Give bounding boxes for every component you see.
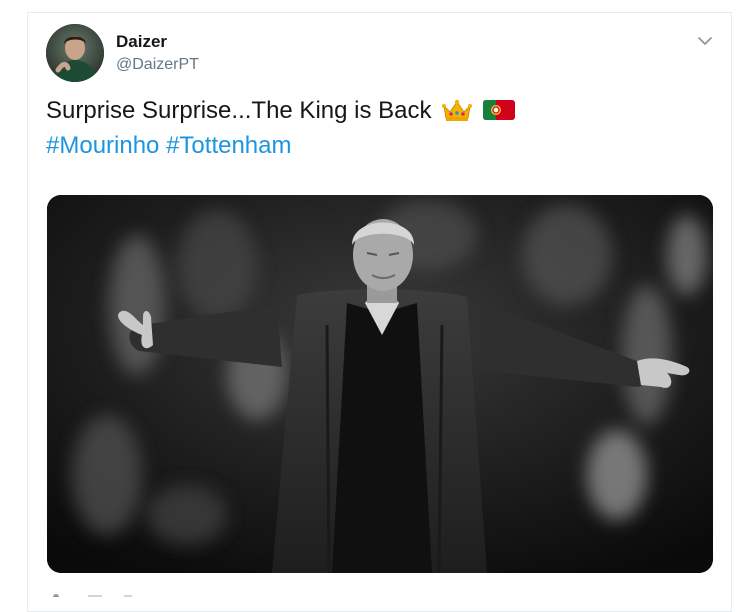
hashtag-mourinho[interactable]: #Mourinho xyxy=(46,132,159,159)
tweet-text-body: Surprise Surprise...The King is Back xyxy=(46,97,432,124)
crown-emoji xyxy=(442,98,473,130)
tweet-photo[interactable] xyxy=(47,195,713,573)
user-handle[interactable]: @DaizerPT xyxy=(116,56,199,74)
avatar[interactable] xyxy=(46,24,104,82)
tweet-photo-image xyxy=(47,195,713,573)
portugal-flag-emoji xyxy=(482,98,515,130)
tweet-text: Surprise Surprise...The King is Back xyxy=(46,96,515,130)
chevron-down-icon[interactable] xyxy=(694,30,716,52)
hashtag-line: #Mourinho #Tottenham xyxy=(46,131,292,161)
hashtag-tottenham[interactable]: #Tottenham xyxy=(166,132,291,159)
display-name[interactable]: Daizer xyxy=(116,32,167,52)
tweet-actions-partial xyxy=(50,584,140,600)
avatar-image xyxy=(46,24,104,82)
